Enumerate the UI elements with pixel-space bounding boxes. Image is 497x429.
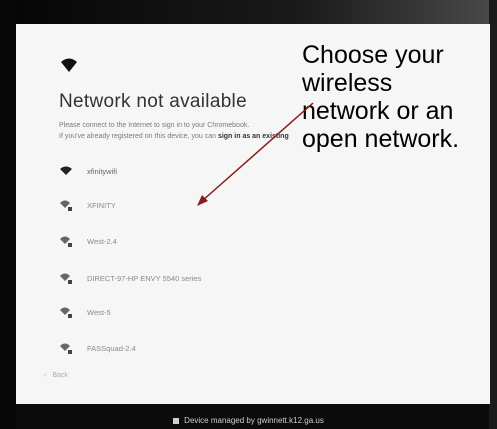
wifi-secured-icon <box>60 273 72 284</box>
description-line-1: Please connect to the Internet to sign i… <box>59 122 250 129</box>
managed-footer: Device managed by gwinnett.k12.ga.us <box>0 412 497 429</box>
monitor-bezel-right <box>489 0 497 429</box>
wifi-icon <box>61 58 77 72</box>
building-icon <box>173 417 180 424</box>
network-item-direct-hp[interactable]: DIRECT-97-HP ENVY 5540 series <box>59 268 359 288</box>
wifi-secured-icon <box>60 236 72 247</box>
network-label: FASSquad-2.4 <box>87 343 136 353</box>
description-line-2: If you've already registered on this dev… <box>59 131 289 142</box>
network-item-xfinity[interactable]: XFINITY <box>59 195 359 215</box>
monitor-bezel-top <box>0 0 497 26</box>
chevron-left-icon: ‹ <box>44 372 47 379</box>
network-item-xfinitywifi[interactable]: xfinitywifi <box>59 161 359 181</box>
annotation-line-3: network or an <box>302 97 454 125</box>
network-label: West-5 <box>87 307 111 317</box>
wifi-open-icon <box>60 166 72 175</box>
network-item-west-5[interactable]: West-5 <box>59 302 359 322</box>
description: Please connect to the Internet to sign i… <box>59 120 289 142</box>
annotation-line-1: Choose your <box>302 41 444 69</box>
network-item-west-2-4[interactable]: West-2.4 <box>59 231 359 251</box>
network-label: DIRECT-97-HP ENVY 5540 series <box>87 273 202 283</box>
wifi-secured-icon <box>60 343 72 354</box>
network-label: XFINITY <box>87 200 116 210</box>
sign-in-existing-link[interactable]: sign in as an existing <box>218 133 289 140</box>
description-line-2-text: If you've already registered on this dev… <box>59 133 218 140</box>
annotation-line-2: wireless <box>302 69 393 97</box>
network-label: West-2.4 <box>87 236 117 246</box>
network-label: xfinitywifi <box>87 166 118 176</box>
network-item-fassquad[interactable]: FASSquad-2.4 <box>59 338 359 358</box>
annotation-callout: Choose your wireless network or an open … <box>302 41 459 153</box>
footer-text: Device managed by gwinnett.k12.ga.us <box>184 416 324 425</box>
back-label: Back <box>52 372 68 379</box>
wifi-secured-icon <box>60 307 72 318</box>
monitor-bezel-left <box>0 0 16 429</box>
annotation-line-4: open network. <box>302 125 460 153</box>
back-button[interactable]: ‹ Back <box>44 372 68 379</box>
wifi-secured-icon <box>60 200 72 211</box>
page-title: Network not available <box>59 91 247 112</box>
